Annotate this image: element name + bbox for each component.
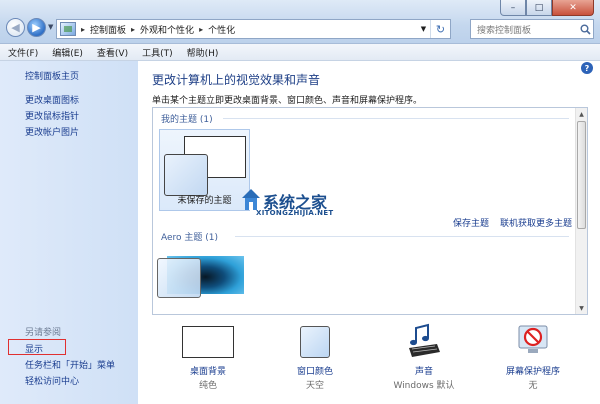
arrow-right-icon: ▶ — [32, 21, 41, 34]
screen-saver-item[interactable]: 屏幕保护程序 无 — [493, 322, 573, 391]
music-notes-icon — [409, 323, 440, 357]
window-color-value: 天空 — [305, 381, 324, 391]
breadcrumb-separator-icon[interactable]: ▸ — [199, 25, 203, 34]
refresh-icon[interactable]: ↻ — [430, 20, 450, 38]
menu-view[interactable]: 查看(V) — [97, 46, 128, 59]
breadcrumb-appearance[interactable]: 外观和个性化 — [140, 23, 194, 36]
sounds-label[interactable]: 声音 — [384, 364, 464, 377]
group-divider — [223, 118, 569, 119]
aero-themes-header[interactable]: Aero 主题 (1) — [161, 230, 218, 243]
screen-saver-value: 无 — [528, 381, 538, 391]
window-color-label[interactable]: 窗口颜色 — [275, 364, 355, 377]
get-more-themes-link[interactable]: 联机获取更多主题 — [500, 216, 572, 229]
ease-of-access-link[interactable]: 轻松访问中心 — [25, 374, 79, 387]
theme-name: 未保存的主题 — [177, 196, 232, 206]
recent-pages-chevron-icon[interactable]: ▼ — [48, 23, 53, 31]
breadcrumb-separator-icon[interactable]: ▸ — [131, 25, 135, 34]
change-desktop-icons-link[interactable]: 更改桌面图标 — [25, 93, 79, 106]
breadcrumb-control-panel[interactable]: 控制面板 — [90, 23, 126, 36]
theme-preview-window — [157, 258, 201, 298]
back-button[interactable]: ◀ — [6, 18, 25, 37]
scrollbar-thumb[interactable] — [577, 121, 586, 229]
watermark-url: XITONGZHIJIA.NET — [256, 209, 334, 217]
my-themes-header[interactable]: 我的主题 (1) — [161, 112, 213, 125]
forward-button[interactable]: ▶ — [27, 18, 46, 37]
theme-list-scrollbar[interactable]: ▲ ▼ — [575, 108, 587, 314]
search-placeholder: 搜索控制面板 — [477, 25, 532, 36]
save-theme-link[interactable]: 保存主题 — [453, 216, 489, 229]
desktop-background-icon — [182, 326, 234, 358]
address-bar[interactable]: ▸ 控制面板 ▸ 外观和个性化 ▸ 个性化 ▼ ↻ — [56, 19, 451, 39]
maximize-button[interactable]: □ — [526, 0, 552, 16]
desktop-background-value: 纯色 — [198, 381, 217, 391]
window-color-icon — [300, 326, 330, 358]
help-icon[interactable]: ? — [581, 62, 593, 74]
page-description: 单击某个主题立即更改桌面背景、窗口颜色、声音和屏幕保护程序。 — [152, 96, 423, 106]
desktop-background-label[interactable]: 桌面背景 — [168, 364, 248, 377]
see-also-heading: 另请参阅 — [25, 328, 62, 338]
window-color-item[interactable]: 窗口颜色 天空 — [275, 322, 355, 391]
close-button[interactable]: ✕ — [552, 0, 594, 16]
display-link[interactable]: 显示 — [25, 342, 43, 355]
minimize-button[interactable]: – — [500, 0, 526, 16]
search-icon[interactable] — [577, 21, 593, 37]
arrow-left-icon: ◀ — [11, 21, 20, 34]
breadcrumb-personalization[interactable]: 个性化 — [208, 23, 235, 36]
search-input[interactable]: 搜索控制面板 — [470, 19, 594, 39]
screen-saver-label[interactable]: 屏幕保护程序 — [493, 364, 573, 377]
menu-bar: 文件(F) 编辑(E) 查看(V) 工具(T) 帮助(H) — [0, 44, 600, 61]
theme-list: 我的主题 (1) 未保存的主题 保存主题 联机获取更多主题 Aero 主题 (1… — [152, 107, 588, 315]
taskbar-start-menu-link[interactable]: 任务栏和「开始」菜单 — [25, 358, 115, 371]
scroll-up-icon[interactable]: ▲ — [576, 108, 587, 120]
screen-saver-icon — [518, 325, 548, 353]
left-pane: 控制面板主页 更改桌面图标 更改鼠标指针 更改帐户图片 另请参阅 显示 任务栏和… — [0, 61, 138, 404]
scroll-down-icon[interactable]: ▼ — [576, 302, 587, 314]
menu-tools[interactable]: 工具(T) — [142, 46, 173, 59]
menu-file[interactable]: 文件(F) — [8, 46, 38, 59]
desktop-background-item[interactable]: 桌面背景 纯色 — [168, 322, 248, 391]
window-controls: – □ ✕ — [500, 0, 594, 16]
sounds-value: Windows 默认 — [393, 381, 455, 391]
breadcrumb-separator-icon[interactable]: ▸ — [81, 25, 85, 34]
sounds-item[interactable]: 声音 Windows 默认 — [384, 322, 464, 391]
menu-edit[interactable]: 编辑(E) — [52, 46, 83, 59]
window-titlebar: – □ ✕ ◀ ▶ ▼ ▸ 控制面板 ▸ 外观和个性化 ▸ 个性化 ▼ ↻ 搜索… — [0, 0, 600, 44]
control-panel-home-link[interactable]: 控制面板主页 — [25, 69, 79, 82]
address-dropdown-icon[interactable]: ▼ — [416, 20, 430, 38]
control-panel-icon — [60, 22, 76, 36]
change-mouse-pointers-link[interactable]: 更改鼠标指针 — [25, 109, 79, 122]
change-account-picture-link[interactable]: 更改帐户图片 — [25, 125, 79, 138]
theme-preview-window — [164, 154, 208, 196]
page-title: 更改计算机上的视觉效果和声音 — [152, 73, 321, 87]
menu-help[interactable]: 帮助(H) — [187, 46, 219, 59]
unsaved-theme-tile[interactable]: 未保存的主题 — [159, 129, 250, 211]
group-divider — [235, 236, 569, 237]
